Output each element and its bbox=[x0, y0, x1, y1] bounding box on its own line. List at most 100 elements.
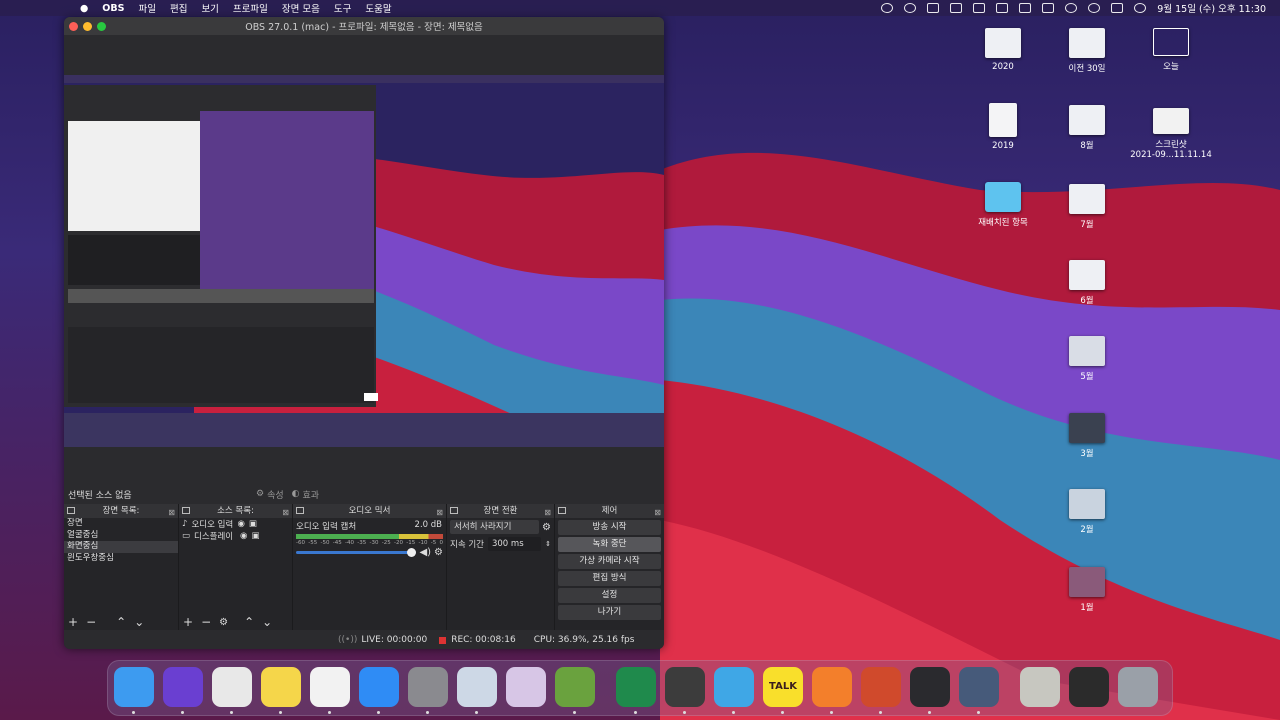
desktop-icon-january[interactable]: 1월 bbox=[1052, 567, 1122, 613]
menu-view[interactable]: 보기 bbox=[201, 1, 218, 15]
menu-help[interactable]: 도움말 bbox=[365, 1, 391, 15]
scenes-list: 장면 얼굴중심 화면중심 윈도우창중심 bbox=[64, 518, 178, 564]
user-icon[interactable] bbox=[1134, 3, 1147, 13]
launchpad-icon[interactable] bbox=[506, 667, 546, 707]
keyboard-icon[interactable] bbox=[927, 3, 940, 13]
search-icon[interactable] bbox=[1088, 3, 1101, 13]
wifi-icon[interactable] bbox=[1065, 3, 1078, 13]
desktop-icon-today[interactable]: 오늘 bbox=[1136, 28, 1206, 72]
obs-status-icon[interactable] bbox=[881, 3, 894, 13]
filters-button[interactable]: ◐ 효과 bbox=[292, 488, 319, 501]
desktop-icon-may[interactable]: 5월 bbox=[1052, 336, 1122, 382]
notes-icon[interactable] bbox=[261, 667, 301, 707]
settings-button[interactable]: 설정 bbox=[558, 588, 661, 603]
monitor-icon: ▭ bbox=[182, 531, 191, 541]
move-up-button[interactable]: ⌃ bbox=[244, 615, 254, 629]
sheets-app-icon[interactable] bbox=[714, 667, 754, 707]
finder-icon[interactable] bbox=[114, 667, 154, 707]
scenes-toolbar: + − ⌃ ⌄ bbox=[64, 614, 178, 630]
volume-icon[interactable] bbox=[973, 3, 986, 13]
lock-icon[interactable]: ▣ bbox=[249, 519, 257, 529]
obs-icon[interactable] bbox=[910, 667, 950, 707]
desktop-icon-screenshot[interactable]: 스크린샷 2021-09...11.11.14 bbox=[1130, 108, 1212, 160]
creative-cloud-icon[interactable] bbox=[904, 3, 917, 13]
add-scene-button[interactable]: + bbox=[68, 615, 78, 629]
window-title: OBS 27.0.1 (mac) - 프로파일: 제목없음 - 장면: 제목없음 bbox=[245, 22, 483, 33]
desktop-icon-february[interactable]: 2월 bbox=[1052, 489, 1122, 535]
visibility-eye-icon[interactable]: ◉ bbox=[237, 519, 244, 529]
menu-profile[interactable]: 프로파일 bbox=[233, 1, 268, 15]
menu-edit[interactable]: 편집 bbox=[170, 1, 187, 15]
scene-item[interactable]: 윈도우창중심 bbox=[64, 553, 178, 565]
image-stack-icon bbox=[1069, 413, 1105, 443]
source-item[interactable]: ▭ 디스플레이 캡처 ◉ ▣ bbox=[179, 530, 292, 542]
remove-source-button[interactable]: − bbox=[201, 615, 211, 629]
documents-stack-icon[interactable] bbox=[1069, 667, 1109, 707]
desktop-icon-relocated[interactable]: 재배치된 항목 bbox=[968, 182, 1038, 228]
trash-icon[interactable] bbox=[1118, 667, 1158, 707]
menu-tools[interactable]: 도구 bbox=[334, 1, 351, 15]
gear-icon[interactable]: ⚙ bbox=[219, 617, 228, 628]
chrome-icon[interactable] bbox=[212, 667, 252, 707]
quicktime-icon[interactable] bbox=[959, 667, 999, 707]
menu-app-name[interactable]: OBS bbox=[102, 3, 124, 14]
scene-item[interactable]: 화면중심 bbox=[64, 541, 178, 553]
inbox-folder-icon bbox=[1153, 28, 1189, 56]
display-icon[interactable] bbox=[950, 3, 963, 13]
kakaotalk-icon[interactable]: TALK bbox=[763, 667, 803, 707]
menu-clock[interactable]: 9월 15일 (수) 오후 11:30 bbox=[1157, 1, 1266, 15]
menu-scene-collection[interactable]: 장면 모음 bbox=[282, 1, 320, 15]
downloads-stack-icon[interactable] bbox=[1020, 667, 1060, 707]
duration-field[interactable]: 300 ms bbox=[487, 537, 542, 551]
desktop-icon-june[interactable]: 6월 bbox=[1052, 260, 1122, 306]
source-item[interactable]: ♪ 오디오 입력 캡처 ◉ ▣ bbox=[179, 518, 292, 530]
volume-slider[interactable] bbox=[296, 548, 417, 557]
visibility-eye-icon[interactable]: ◉ bbox=[240, 531, 247, 541]
duration-stepper[interactable]: ⇕ bbox=[545, 540, 551, 548]
lock-icon[interactable]: ▣ bbox=[251, 531, 259, 541]
transition-select[interactable]: 서서히 사라지기 bbox=[450, 520, 540, 534]
desktop-icon-august[interactable]: 8월 bbox=[1052, 105, 1122, 151]
desktop-icon-march[interactable]: 3월 bbox=[1052, 413, 1122, 459]
desktop-icon-july[interactable]: 7월 bbox=[1052, 184, 1122, 230]
preview-canvas[interactable] bbox=[64, 75, 664, 447]
scene-item[interactable]: 얼굴중심 bbox=[64, 530, 178, 542]
system-preferences-icon[interactable] bbox=[408, 667, 448, 707]
controls-dock: 제어 ⊠ 방송 시작 녹화 중단 가상 카메라 시작 편집 방식 설정 나가기 bbox=[555, 504, 664, 630]
app-store-icon[interactable] bbox=[359, 667, 399, 707]
start-streaming-button[interactable]: 방송 시작 bbox=[558, 520, 661, 535]
bluetooth-icon[interactable] bbox=[1019, 3, 1032, 13]
move-down-button[interactable]: ⌄ bbox=[262, 615, 272, 629]
properties-button[interactable]: ⚙ 속성 bbox=[256, 488, 284, 501]
gear-icon[interactable]: ⚙ bbox=[542, 522, 551, 533]
gear-icon[interactable]: ⚙ bbox=[434, 547, 443, 558]
desktop-icon-2020[interactable]: 2020 bbox=[968, 28, 1038, 72]
speaker-icon[interactable]: ◀) bbox=[419, 547, 431, 558]
studio-mode-button[interactable]: 편집 방식 bbox=[558, 571, 661, 586]
mindnode-icon[interactable] bbox=[812, 667, 852, 707]
add-source-button[interactable]: + bbox=[183, 615, 193, 629]
remove-scene-button[interactable]: − bbox=[86, 615, 96, 629]
desktop-icon-2019[interactable]: 2019 bbox=[968, 103, 1038, 151]
siri-icon[interactable] bbox=[163, 667, 203, 707]
mixer-db-value: 2.0 dB bbox=[414, 520, 442, 530]
excel-icon[interactable] bbox=[616, 667, 656, 707]
photos-icon[interactable] bbox=[310, 667, 350, 707]
desktop-icon-last30[interactable]: 이전 30일 bbox=[1052, 28, 1122, 74]
apple-menu-icon[interactable]: ● bbox=[80, 3, 88, 14]
move-up-button[interactable]: ⌃ bbox=[116, 615, 126, 629]
exit-button[interactable]: 나가기 bbox=[558, 605, 661, 620]
start-virtual-camera-button[interactable]: 가상 카메라 시작 bbox=[558, 554, 661, 569]
minecraft-icon[interactable] bbox=[555, 667, 595, 707]
move-down-button[interactable]: ⌄ bbox=[134, 615, 144, 629]
sublime-text-icon[interactable] bbox=[665, 667, 705, 707]
preview-icon[interactable] bbox=[457, 667, 497, 707]
window-titlebar[interactable]: OBS 27.0.1 (mac) - 프로파일: 제목없음 - 장면: 제목없음 bbox=[64, 17, 664, 35]
scene-item[interactable]: 장면 bbox=[64, 518, 178, 530]
battery-icon[interactable] bbox=[1042, 3, 1055, 13]
menu-file[interactable]: 파일 bbox=[138, 1, 155, 15]
powerpoint-icon[interactable] bbox=[861, 667, 901, 707]
stop-recording-button[interactable]: 녹화 중단 bbox=[558, 537, 661, 552]
input-source-icon[interactable] bbox=[996, 3, 1009, 13]
control-center-icon[interactable] bbox=[1111, 3, 1124, 13]
